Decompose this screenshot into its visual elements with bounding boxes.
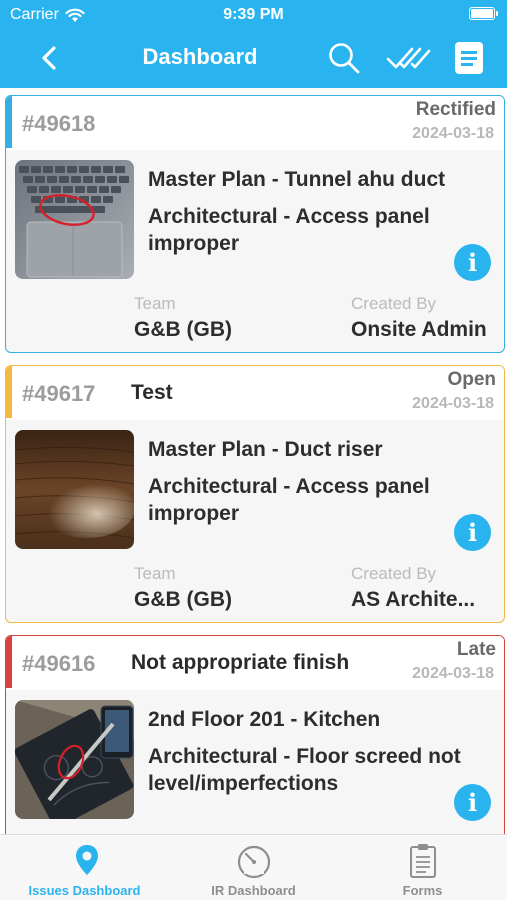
status-accent-bar: [6, 366, 12, 418]
wood-table-photo: [15, 430, 134, 549]
issue-date: 2024-03-18: [412, 125, 494, 142]
gauge-icon: [237, 845, 271, 879]
tab-forms[interactable]: Forms: [338, 835, 507, 900]
status-badge: Late: [456, 639, 496, 660]
issue-location: Master Plan - Duct riser: [148, 438, 383, 461]
info-icon[interactable]: i: [454, 514, 491, 551]
issue-id: #49618: [22, 111, 96, 136]
issue-card[interactable]: #49616 Not appropriate finish Late 2024-…: [5, 635, 505, 834]
tab-label: Issues Dashboard: [28, 883, 141, 898]
issue-thumbnail[interactable]: [15, 430, 134, 549]
issue-title: Test: [131, 381, 173, 404]
issue-date: 2024-03-18: [412, 395, 494, 412]
issue-description: Architectural - Access panel improper: [148, 475, 430, 525]
created-by-value: AS Archite...: [351, 588, 476, 611]
issue-id: #49617: [22, 381, 96, 406]
tab-label: IR Dashboard: [211, 883, 296, 898]
team-value: G&B (GB): [134, 318, 232, 341]
clipboard-icon: [410, 844, 436, 878]
issue-card[interactable]: #49617 Test Open 2024-03-18 Master Plan …: [5, 365, 505, 623]
status-badge: Open: [447, 369, 496, 390]
document-list-icon[interactable]: [452, 40, 486, 76]
back-chevron-icon[interactable]: [36, 42, 64, 74]
issues-list[interactable]: #49618 Rectified 2024-03-18 Master Plan …: [0, 88, 507, 834]
battery-icon: [469, 7, 498, 20]
issue-title: Not appropriate finish: [131, 651, 350, 674]
tab-issues-dashboard[interactable]: Issues Dashboard: [0, 835, 169, 900]
issue-location: Master Plan - Tunnel ahu duct: [148, 168, 446, 191]
team-label: Team: [134, 294, 176, 313]
nav-bar: Dashboard: [0, 30, 507, 88]
double-check-icon[interactable]: [385, 42, 431, 74]
status-accent-bar: [6, 636, 12, 688]
tab-label: Forms: [402, 883, 443, 898]
info-icon[interactable]: i: [454, 784, 491, 821]
issue-id: #49616: [22, 651, 96, 676]
issue-card[interactable]: #49618 Rectified 2024-03-18 Master Plan …: [5, 95, 505, 353]
issue-description: Architectural - Access panel improper: [148, 205, 430, 255]
search-icon[interactable]: [326, 40, 362, 76]
tab-bar: Issues Dashboard IR Dashboard Forms: [0, 834, 507, 900]
page-title: Dashboard: [142, 44, 258, 69]
info-icon[interactable]: i: [454, 244, 491, 281]
team-label: Team: [134, 564, 176, 583]
battery-level: [471, 9, 493, 18]
issue-thumbnail[interactable]: [15, 160, 134, 279]
tab-ir-dashboard[interactable]: IR Dashboard: [169, 835, 338, 900]
status-time: 9:39 PM: [223, 6, 284, 23]
issue-date: 2024-03-18: [412, 665, 494, 682]
created-by-value: Onsite Admin: [351, 318, 487, 341]
created-by-label: Created By: [351, 564, 437, 583]
issue-thumbnail[interactable]: [15, 700, 134, 819]
status-bar: Carrier 9:39 PM: [0, 0, 507, 30]
created-by-label: Created By: [351, 294, 437, 313]
location-pin-icon: [76, 845, 98, 875]
issue-location: 2nd Floor 201 - Kitchen: [148, 708, 381, 731]
issue-description: Architectural - Floor screed not level/i…: [148, 745, 461, 795]
status-badge: Rectified: [415, 99, 496, 120]
top-bar: Carrier 9:39 PM Dashboard: [0, 0, 507, 88]
keyboard-photo: [15, 160, 134, 279]
notebook-photo: [15, 700, 134, 819]
status-accent-bar: [6, 96, 12, 148]
team-value: G&B (GB): [134, 588, 232, 611]
